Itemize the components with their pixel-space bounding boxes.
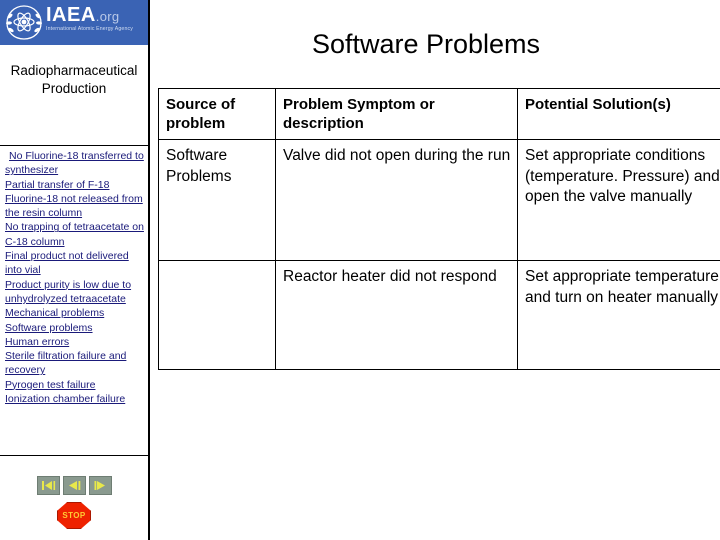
- cell-source: [158, 260, 276, 370]
- sidebar-item-no-fluorine-18-transferred[interactable]: No Fluorine-18 transferred to synthesize…: [5, 149, 148, 178]
- sidebar-item-human-errors[interactable]: Human errors: [5, 335, 148, 349]
- logo-main-text: IAEA: [46, 4, 96, 26]
- cell-symptom: Valve did not open during the run: [275, 139, 518, 261]
- table-row: Reactor heater did not respond Set appro…: [158, 260, 720, 370]
- sidebar-item-mechanical-problems[interactable]: Mechanical problems: [5, 306, 148, 320]
- iaea-wordmark: IAEA.org International Atomic Energy Age…: [46, 5, 146, 33]
- logo-org-text: .org: [95, 9, 120, 24]
- sidebar-divider-top: [0, 145, 148, 146]
- table-row: Software Problems Valve did not open dur…: [158, 139, 720, 261]
- previous-slide-button[interactable]: [62, 476, 86, 495]
- sidebar-item-sterile-filtration-failure[interactable]: Sterile filtration failure and recovery: [5, 349, 148, 378]
- first-slide-icon: [41, 480, 56, 491]
- problem-solution-table: Source of problem Problem Symptom or des…: [158, 88, 720, 370]
- sidebar-section-title: Radiopharmaceutical Production: [10, 63, 138, 96]
- column-header-source: Source of problem: [158, 88, 276, 140]
- navigation-button-group: [0, 476, 148, 495]
- cell-symptom: Reactor heater did not respond: [275, 260, 518, 370]
- column-header-symptom: Problem Symptom or description: [275, 88, 518, 140]
- sidebar-item-fluorine-18-not-released[interactable]: Fluorine-18 not released from the resin …: [5, 192, 148, 221]
- sidebar-item-software-problems[interactable]: Software problems: [5, 321, 148, 335]
- cell-solution: Set appropriate temperature and turn on …: [517, 260, 720, 370]
- first-slide-button[interactable]: [36, 476, 60, 495]
- previous-slide-icon: [67, 480, 82, 491]
- sidebar-item-no-trapping-tetraacetate[interactable]: No trapping of tetraacetate on C-18 colu…: [5, 220, 148, 249]
- cell-source: Software Problems: [158, 139, 276, 261]
- stop-button-label: STOP: [62, 511, 86, 520]
- next-slide-icon: [93, 480, 108, 491]
- page-title: Software Problems: [311, 29, 541, 59]
- stop-octagon-icon[interactable]: STOP: [57, 502, 91, 529]
- sidebar-link-list: No Fluorine-18 transferred to synthesize…: [5, 149, 148, 406]
- next-slide-button[interactable]: [88, 476, 112, 495]
- main-content: Software Problems Source of problem Prob…: [150, 0, 720, 540]
- cell-solution: Set appropriate conditions (temperature.…: [517, 139, 720, 261]
- sidebar-item-final-product-not-delivered[interactable]: Final product not delivered into vial: [5, 249, 148, 278]
- sidebar-item-product-purity-low[interactable]: Product purity is low due to unhydrolyze…: [5, 278, 148, 307]
- iaea-atom-laurel-icon: [4, 3, 44, 42]
- sidebar: IAEA.org International Atomic Energy Age…: [0, 0, 150, 540]
- sidebar-item-ionization-chamber-failure[interactable]: Ionization chamber failure: [5, 392, 148, 406]
- table-header-row: Source of problem Problem Symptom or des…: [158, 88, 720, 140]
- sidebar-item-pyrogen-test-failure[interactable]: Pyrogen test failure: [5, 378, 148, 392]
- sidebar-divider-bottom: [0, 455, 148, 456]
- sidebar-item-partial-transfer-f18[interactable]: Partial transfer of F-18: [5, 178, 148, 192]
- column-header-solution: Potential Solution(s): [517, 88, 720, 140]
- stop-button-container: STOP: [0, 502, 148, 529]
- iaea-logo-banner: IAEA.org International Atomic Energy Age…: [0, 0, 148, 45]
- logo-subtitle-text: International Atomic Energy Agency: [46, 26, 133, 32]
